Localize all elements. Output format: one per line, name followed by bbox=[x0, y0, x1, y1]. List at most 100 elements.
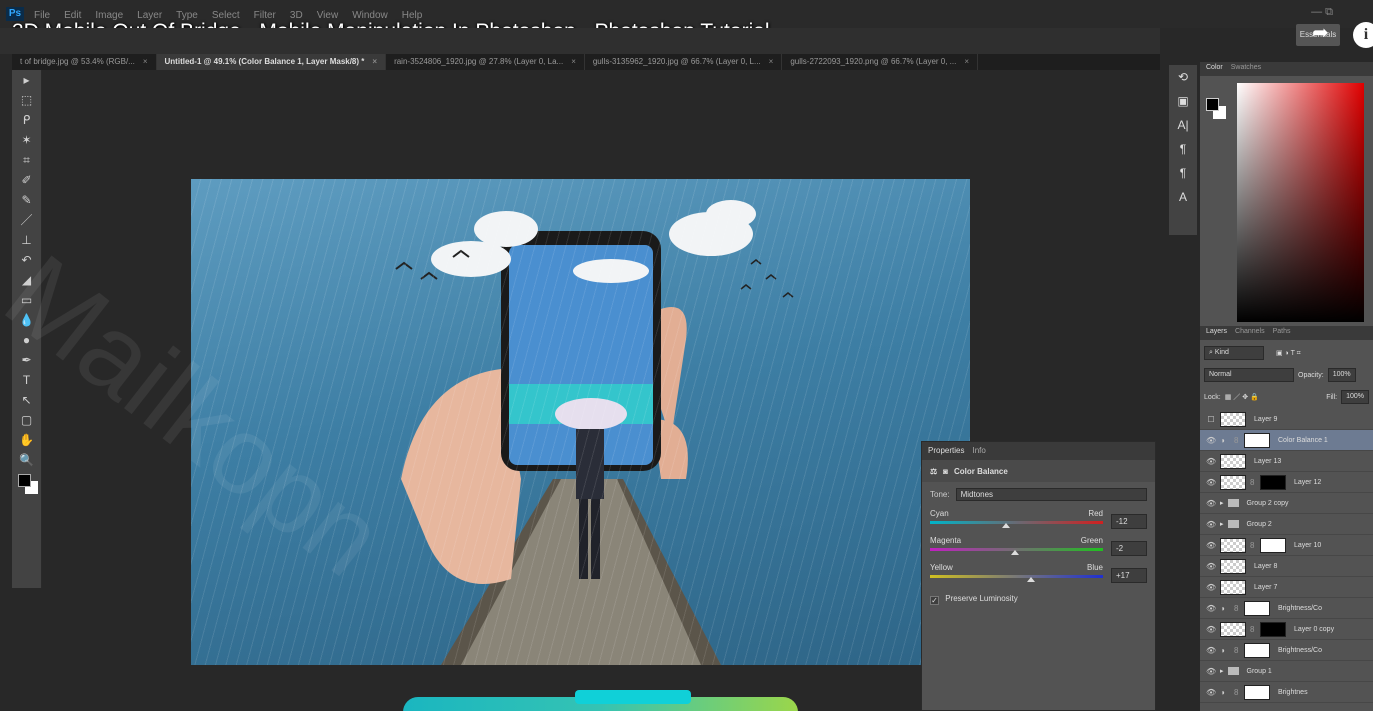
eye-icon[interactable]: 👁 bbox=[1206, 436, 1216, 445]
history-icon[interactable]: ⟲ bbox=[1169, 65, 1197, 89]
expand-arrow-icon[interactable]: ▸ bbox=[1220, 499, 1224, 507]
slider-value[interactable]: -2 bbox=[1111, 541, 1147, 556]
link-icon[interactable]: 8 bbox=[1250, 625, 1256, 634]
eraser-icon[interactable]: ◢ bbox=[12, 270, 41, 290]
character-icon[interactable]: A| bbox=[1169, 113, 1197, 137]
layer-mask-thumbnail[interactable] bbox=[1260, 621, 1286, 637]
hidden-eye-icon[interactable]: ☐ bbox=[1206, 415, 1216, 424]
tab-properties[interactable]: Properties bbox=[928, 446, 964, 456]
slider-thumb[interactable] bbox=[1002, 523, 1011, 528]
foreground-color[interactable] bbox=[1206, 98, 1219, 111]
blend-mode-select[interactable]: Normal bbox=[1204, 368, 1294, 382]
path-selection-icon[interactable]: ↖ bbox=[12, 390, 41, 410]
eye-icon[interactable]: 👁 bbox=[1206, 499, 1216, 508]
layer-row[interactable]: ☐ Layer 9 bbox=[1200, 409, 1373, 430]
tab-channels[interactable]: Channels bbox=[1235, 328, 1265, 338]
expand-arrow-icon[interactable]: ▸ bbox=[1220, 667, 1224, 675]
document-canvas[interactable] bbox=[191, 179, 970, 665]
slider-track[interactable] bbox=[930, 575, 1103, 578]
link-icon[interactable]: 8 bbox=[1234, 436, 1240, 445]
color-picker-field[interactable] bbox=[1237, 83, 1364, 322]
layer-row[interactable]: 👁 Layer 13 bbox=[1200, 451, 1373, 472]
document-tab[interactable]: rain-3524806_1920.jpg @ 27.8% (Layer 0, … bbox=[386, 54, 585, 70]
close-tab-icon[interactable]: × bbox=[372, 57, 377, 66]
layer-mask-thumbnail[interactable] bbox=[1244, 432, 1270, 448]
layer-mask-thumbnail[interactable] bbox=[1244, 642, 1270, 658]
zoom-icon[interactable]: 🔍 bbox=[12, 450, 41, 470]
layer-row[interactable]: 👁 8 Layer 10 bbox=[1200, 535, 1373, 556]
window-controls[interactable]: — ⧉ bbox=[1311, 6, 1333, 19]
layer-thumbnail[interactable] bbox=[1220, 621, 1246, 637]
layer-row[interactable]: 👁 ▸ Group 1 bbox=[1200, 661, 1373, 682]
eye-icon[interactable]: 👁 bbox=[1206, 457, 1216, 466]
layer-row[interactable]: 👁 ◑ 8 Color Balance 1 bbox=[1200, 430, 1373, 451]
eyedropper-icon[interactable]: ✐ bbox=[12, 170, 41, 190]
eye-icon[interactable]: 👁 bbox=[1206, 520, 1216, 529]
blur-icon[interactable]: 💧 bbox=[12, 310, 41, 330]
tab-info[interactable]: Info bbox=[972, 446, 985, 456]
tab-paths[interactable]: Paths bbox=[1273, 328, 1291, 338]
eye-icon[interactable]: 👁 bbox=[1206, 688, 1216, 697]
share-icon[interactable]: ➦ bbox=[1312, 20, 1329, 45]
close-tab-icon[interactable]: × bbox=[964, 57, 969, 66]
layer-row[interactable]: 👁 ◑ 8 Brightness/Co bbox=[1200, 640, 1373, 661]
crop-icon[interactable]: ⌗ bbox=[12, 150, 41, 170]
document-tab[interactable]: t of bridge.jpg @ 53.4% (RGB/... × bbox=[12, 54, 157, 70]
eye-icon[interactable]: 👁 bbox=[1206, 667, 1216, 676]
lasso-icon[interactable]: ᑭ bbox=[12, 110, 41, 130]
dodge-icon[interactable]: ● bbox=[12, 330, 41, 350]
shape-icon[interactable]: ▢ bbox=[12, 410, 41, 430]
layer-row[interactable]: 👁 ◑ 8 Brightness/Co bbox=[1200, 598, 1373, 619]
layer-row[interactable]: 👁 8 Layer 12 bbox=[1200, 472, 1373, 493]
clone-stamp-icon[interactable]: ⊥ bbox=[12, 230, 41, 250]
document-tab[interactable]: Untitled-1 @ 49.1% (Color Balance 1, Lay… bbox=[156, 54, 387, 70]
marquee-icon[interactable]: ⬚ bbox=[12, 90, 41, 110]
info-icon[interactable]: i bbox=[1353, 22, 1373, 48]
tab-layers[interactable]: Layers bbox=[1206, 328, 1227, 338]
slider-value[interactable]: +17 bbox=[1111, 568, 1147, 583]
healing-brush-icon[interactable]: ✎ bbox=[12, 190, 41, 210]
eye-icon[interactable]: 👁 bbox=[1206, 625, 1216, 634]
layer-row[interactable]: 👁 Layer 8 bbox=[1200, 556, 1373, 577]
preserve-luminosity[interactable]: ✓ Preserve Luminosity bbox=[922, 588, 1155, 611]
layer-mask-thumbnail[interactable] bbox=[1260, 474, 1286, 490]
history-brush-icon[interactable]: ↶ bbox=[12, 250, 41, 270]
eye-icon[interactable]: 👁 bbox=[1206, 562, 1216, 571]
link-icon[interactable]: 8 bbox=[1250, 541, 1256, 550]
checkbox-icon[interactable]: ✓ bbox=[930, 596, 939, 605]
magic-wand-icon[interactable]: ✶ bbox=[12, 130, 41, 150]
opacity-value[interactable]: 100% bbox=[1327, 368, 1356, 382]
hand-icon[interactable]: ✋ bbox=[12, 430, 41, 450]
close-tab-icon[interactable]: × bbox=[571, 57, 576, 66]
layer-thumbnail[interactable] bbox=[1220, 474, 1246, 490]
link-icon[interactable]: 8 bbox=[1250, 478, 1256, 487]
link-icon[interactable]: 8 bbox=[1234, 688, 1240, 697]
tab-swatches[interactable]: Swatches bbox=[1231, 64, 1261, 74]
mask-icon[interactable]: ◙ bbox=[943, 467, 948, 476]
slider-thumb[interactable] bbox=[1027, 577, 1036, 582]
layer-mask-thumbnail[interactable] bbox=[1260, 537, 1286, 553]
layer-row[interactable]: 👁 Layer 7 bbox=[1200, 577, 1373, 598]
layer-row[interactable]: 👁 8 Layer 0 copy bbox=[1200, 619, 1373, 640]
eye-icon[interactable]: 👁 bbox=[1206, 583, 1216, 592]
slider-value[interactable]: -12 bbox=[1111, 514, 1147, 529]
character-styles-icon[interactable]: A bbox=[1169, 185, 1197, 209]
document-tab[interactable]: gulls-2722093_1920.png @ 66.7% (Layer 0,… bbox=[782, 54, 979, 70]
document-tab[interactable]: gulls-3135962_1920.jpg @ 66.7% (Layer 0,… bbox=[585, 54, 783, 70]
link-icon[interactable]: 8 bbox=[1234, 604, 1240, 613]
fill-value[interactable]: 100% bbox=[1341, 390, 1369, 404]
filter-icons[interactable]: ▣ ◑ T ⌗ bbox=[1276, 349, 1301, 358]
expand-arrow-icon[interactable]: ▸ bbox=[1220, 520, 1224, 528]
actions-icon[interactable]: ▣ bbox=[1169, 89, 1197, 113]
slider-track[interactable] bbox=[930, 521, 1103, 524]
eye-icon[interactable]: 👁 bbox=[1206, 478, 1216, 487]
eye-icon[interactable]: 👁 bbox=[1206, 646, 1216, 655]
layer-mask-thumbnail[interactable] bbox=[1244, 600, 1270, 616]
gradient-icon[interactable]: ▭ bbox=[12, 290, 41, 310]
brush-icon[interactable]: ／ bbox=[12, 210, 41, 230]
close-tab-icon[interactable]: × bbox=[769, 57, 774, 66]
layer-thumbnail[interactable] bbox=[1220, 558, 1246, 574]
layer-row[interactable]: 👁 ▸ Group 2 copy bbox=[1200, 493, 1373, 514]
eye-icon[interactable]: 👁 bbox=[1206, 604, 1216, 613]
lock-icons[interactable]: ▦ ／ ✥ 🔒 bbox=[1225, 392, 1259, 402]
